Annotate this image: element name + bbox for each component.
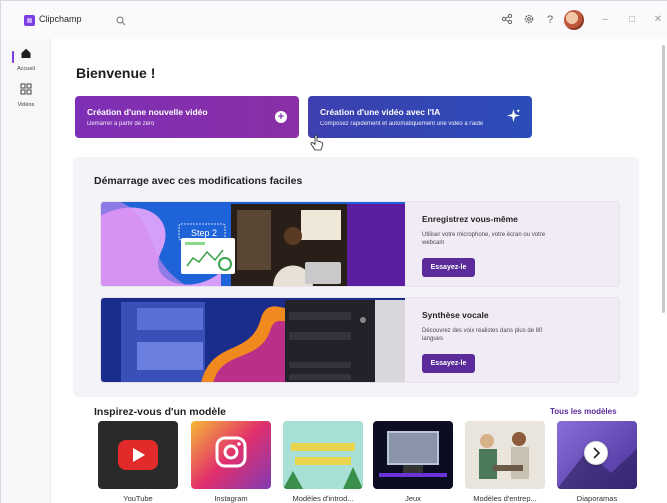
tts-illustration bbox=[101, 298, 405, 382]
search-icon bbox=[116, 16, 126, 26]
template-intro[interactable] bbox=[283, 421, 363, 489]
avatar[interactable] bbox=[564, 10, 584, 30]
rail-item-label: Vidéos bbox=[17, 102, 35, 108]
left-rail: Accueil Vidéos bbox=[1, 39, 51, 503]
template-games[interactable] bbox=[373, 421, 453, 489]
step-label: Step 2 bbox=[191, 228, 217, 238]
feature-description: Découvrez des voix réalistes dans plus d… bbox=[422, 328, 543, 342]
template-label: Diaporamas bbox=[576, 494, 618, 503]
title-bar: Clipchamp ? – □ ✕ bbox=[1, 1, 667, 39]
scrollbar[interactable] bbox=[662, 45, 665, 313]
record-illustration: Step 2 bbox=[101, 202, 405, 286]
cta-title: Création d'une nouvelle vidéo bbox=[87, 107, 208, 117]
cta-subtitle: Démarrer à partir de zéro bbox=[87, 121, 155, 127]
rail-item-label: Accueil bbox=[17, 66, 35, 72]
new-video-button[interactable]: Création d'une nouvelle vidéo Démarrer à… bbox=[75, 96, 299, 138]
minimize-icon[interactable]: – bbox=[598, 13, 612, 27]
feature-description: Utiliser votre microphone, votre écran o… bbox=[422, 232, 546, 246]
maximize-icon[interactable]: □ bbox=[625, 13, 639, 27]
templates-title: Inspirez-vous d'un modèle bbox=[94, 406, 227, 418]
template-label: Jeux bbox=[405, 494, 421, 503]
gear-icon[interactable] bbox=[522, 13, 536, 27]
ai-video-button[interactable]: Création d'une vidéo avec l'IA Composez … bbox=[308, 96, 532, 138]
next-templates-button[interactable] bbox=[584, 441, 608, 465]
template-label: Instagram bbox=[214, 494, 248, 503]
template-youtube[interactable] bbox=[98, 421, 178, 489]
rail-item-videos[interactable]: Vidéos bbox=[6, 81, 46, 117]
getting-started-section: Démarrage avec ces modifications faciles bbox=[73, 157, 639, 397]
feature-card-record[interactable]: Step 2 Enregistrez vous-même Utiliser vo… bbox=[100, 201, 620, 287]
feature-title: Enregistrez vous-même bbox=[422, 214, 518, 224]
cta-title: Création d'une vidéo avec l'IA bbox=[320, 107, 441, 117]
home-icon bbox=[21, 48, 31, 58]
clipchamp-logo-icon bbox=[24, 15, 35, 26]
help-icon[interactable]: ? bbox=[543, 13, 557, 27]
template-label: Modèles d'introd... bbox=[292, 494, 354, 503]
cursor-icon bbox=[310, 135, 324, 151]
template-label: YouTube bbox=[123, 494, 153, 503]
main-content: Bienvenue ! Création d'une nouvelle vidé… bbox=[51, 39, 667, 503]
all-templates-link[interactable]: Tous les modèles bbox=[550, 407, 617, 416]
page-title: Bienvenue ! bbox=[76, 65, 156, 81]
plus-icon: + bbox=[275, 111, 287, 123]
feature-text: Enregistrez vous-même Utiliser votre mic… bbox=[422, 214, 617, 247]
feature-title: Synthèse vocale bbox=[422, 310, 489, 320]
app-name: Clipchamp bbox=[39, 14, 82, 24]
chevron-right-icon bbox=[593, 447, 601, 459]
rail-item-home[interactable]: Accueil bbox=[6, 45, 46, 81]
template-instagram[interactable] bbox=[191, 421, 271, 489]
section-title: Démarrage avec ces modifications faciles bbox=[94, 175, 303, 187]
try-it-button[interactable]: Essayez-le bbox=[422, 354, 475, 373]
share-icon[interactable] bbox=[500, 13, 514, 27]
template-label: Modèles d'entrep... bbox=[473, 494, 537, 503]
close-icon[interactable]: ✕ bbox=[651, 13, 665, 27]
feature-text: Synthèse vocale Découvrez des voix réali… bbox=[422, 310, 617, 343]
search-button[interactable] bbox=[97, 11, 147, 31]
sparkle-icon bbox=[506, 108, 521, 123]
cta-subtitle: Composez rapidement et automatiquement u… bbox=[320, 121, 484, 127]
try-it-button[interactable]: Essayez-le bbox=[422, 258, 475, 277]
template-business[interactable] bbox=[465, 421, 545, 489]
app-window: Clipchamp ? – □ ✕ Accueil Vidéos Bienven… bbox=[0, 0, 667, 503]
feature-card-tts[interactable]: Synthèse vocale Découvrez des voix réali… bbox=[100, 297, 620, 383]
grid-icon bbox=[20, 83, 32, 95]
